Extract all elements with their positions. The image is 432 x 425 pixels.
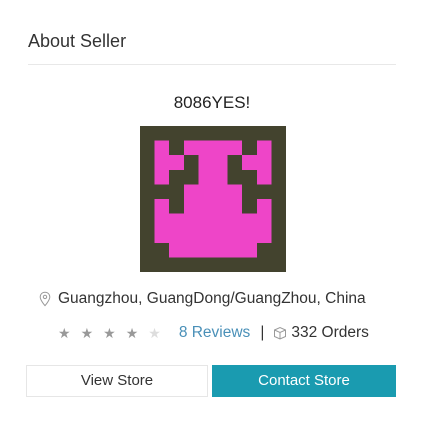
contact-store-button[interactable]: Contact Store [212, 365, 396, 397]
seller-name[interactable]: 8086YES! [0, 93, 424, 113]
rating-stars: ★ ★ ★ ★ ★ [58, 326, 171, 340]
seller-location-row: Guangzhou, GuangDong/GuangZhou, China [38, 289, 366, 309]
box-icon [272, 325, 288, 341]
section-title: About Seller [28, 31, 127, 51]
seller-location: Guangzhou, GuangDong/GuangZhou, China [58, 290, 366, 307]
avatar-identicon [140, 126, 286, 272]
star-icon: ★ [58, 325, 71, 341]
star-icon: ★ [148, 325, 161, 341]
star-icon: ★ [80, 325, 94, 341]
stats-separator: | [260, 324, 265, 341]
star-icon: ★ [103, 325, 116, 341]
reviews-link[interactable]: 8 Reviews [179, 324, 251, 342]
star-icon: ★ [125, 325, 139, 341]
map-pin-icon [38, 291, 52, 307]
view-store-button[interactable]: View Store [26, 365, 208, 397]
seller-stats-row: ★ ★ ★ ★ ★ 8 Reviews | 332 Orders [58, 323, 369, 343]
divider [28, 64, 396, 65]
seller-avatar[interactable] [140, 126, 286, 272]
orders-count: 332 Orders [291, 324, 369, 341]
